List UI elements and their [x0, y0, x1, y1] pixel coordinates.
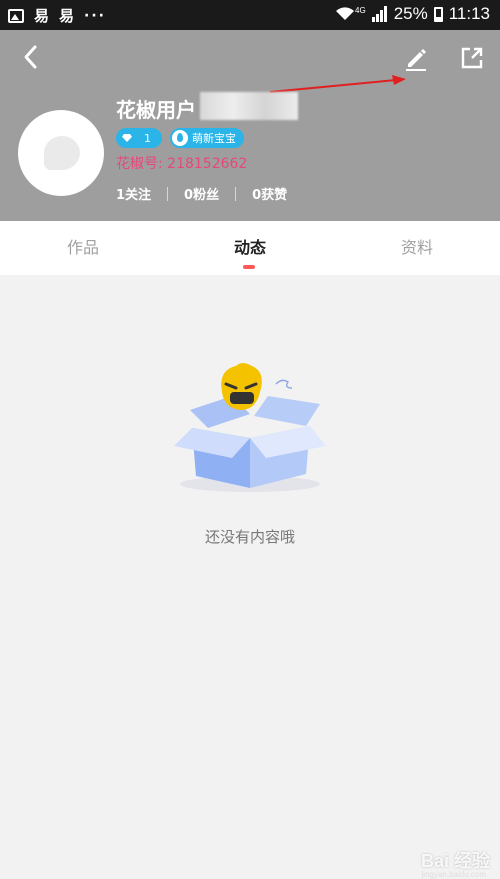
badge-row: 1 萌新宝宝	[116, 128, 244, 148]
level-badge[interactable]: 1	[116, 128, 162, 148]
image-icon	[8, 8, 24, 23]
battery-percent: 25%	[393, 4, 428, 23]
more-dots-icon: ···	[84, 7, 106, 24]
active-tab-indicator	[243, 265, 255, 269]
back-button[interactable]	[18, 42, 46, 72]
stats-row: 1关注 0粉丝 0获赞	[116, 184, 287, 203]
level-number: 1	[144, 131, 151, 145]
status-bar-left: 易 易 ···	[8, 5, 106, 26]
signal-icon	[371, 6, 387, 22]
divider	[235, 186, 237, 201]
huajiao-id: 花椒号: 218152662	[116, 156, 248, 172]
status-bar-right: 4G 25% 11:13	[335, 4, 490, 24]
chevron-left-icon	[24, 45, 37, 69]
fans-count[interactable]: 0粉丝	[184, 184, 219, 203]
status-bar: 易 易 ··· 4G 25% 11:13	[0, 0, 500, 30]
edit-profile-button[interactable]	[402, 44, 430, 72]
share-button[interactable]	[458, 44, 486, 72]
following-count[interactable]: 1关注	[116, 184, 151, 203]
tab-profile-info[interactable]: 资料	[334, 221, 500, 275]
network-type: 4G	[355, 5, 366, 15]
profile-header: 花椒用户 1 萌新宝宝 花椒号: 218152662 1关注 0粉丝 0获赞	[0, 30, 500, 221]
likes-count[interactable]: 0获赞	[252, 184, 287, 203]
username: 花椒用户	[116, 98, 196, 122]
diamond-icon	[122, 134, 132, 142]
battery-icon	[433, 6, 443, 22]
app-notification-icon: 易	[59, 7, 75, 25]
avatar[interactable]	[18, 110, 104, 196]
watermark-url: jingyan.baidu.com	[421, 870, 486, 879]
wifi-icon	[336, 7, 355, 20]
title-badge[interactable]: 萌新宝宝	[170, 128, 244, 148]
title-badge-label: 萌新宝宝	[192, 132, 236, 145]
username-blurred-region	[200, 92, 298, 120]
share-icon	[461, 47, 483, 69]
droplet-icon	[172, 130, 188, 146]
empty-state-message: 还没有内容哦	[204, 528, 295, 546]
clock: 11:13	[448, 4, 490, 23]
app-notification-icon: 易	[34, 7, 50, 25]
default-avatar-icon	[44, 136, 80, 170]
profile-tabs: 作品 动态 资料	[0, 221, 500, 275]
empty-box-mascot-illustration	[174, 363, 326, 492]
pencil-icon	[406, 49, 426, 71]
tab-works[interactable]: 作品	[0, 221, 166, 275]
divider	[167, 186, 169, 201]
